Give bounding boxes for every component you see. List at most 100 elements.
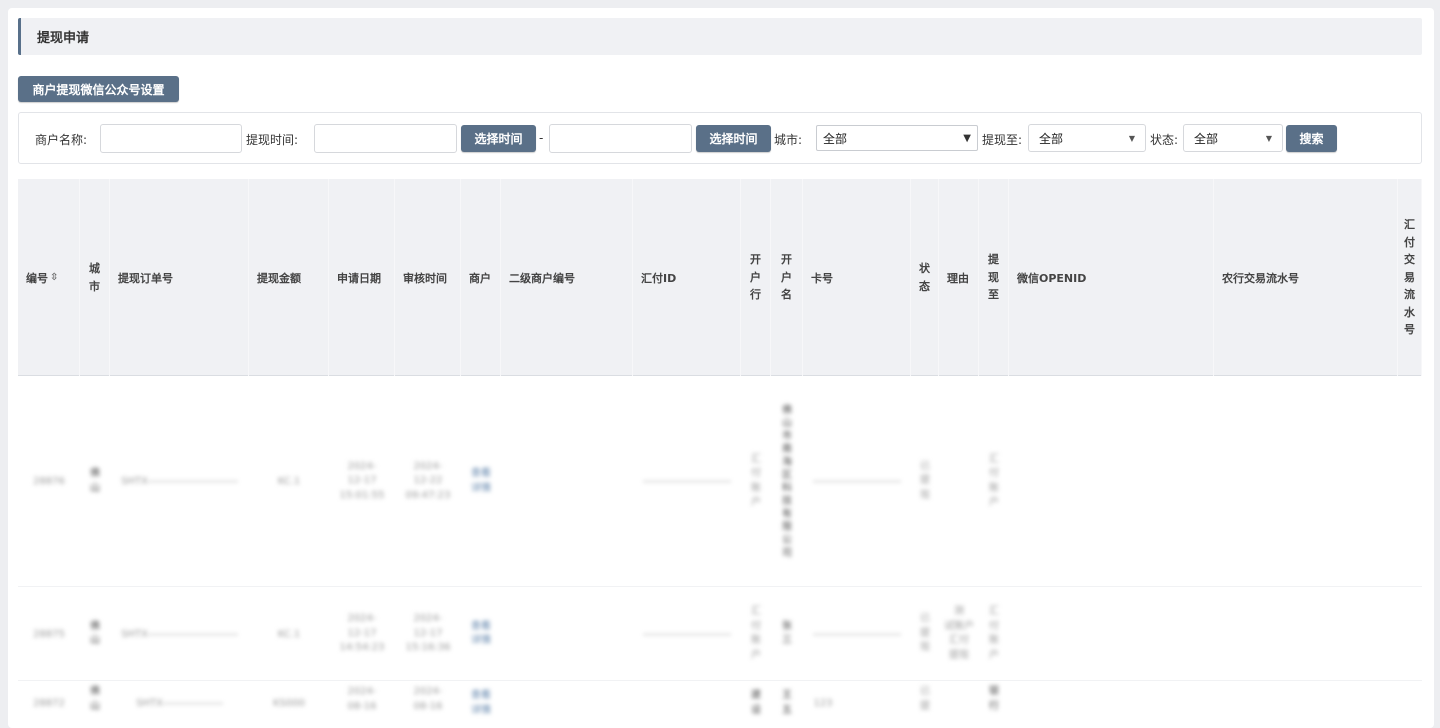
city-label: 城市: [774,133,803,147]
withdraw-table: 编号 ⇳ 城市 提现订单号 提现金额 申请日期 审核时间 商户 二级商户编号 汇付… [18,179,1422,728]
text-line: 查看 [471,468,491,479]
end-time-input[interactable] [549,124,692,153]
text-line: 2024- [413,613,443,625]
caret-down-icon: ▼ [1265,134,1272,143]
text-line: 提 [920,475,930,487]
text-line: 15:01:55 [339,489,385,501]
text-line: 账 [989,482,999,494]
cell-city: 佛山 [80,685,110,725]
col-wx-openid: 微信OPENID [1009,179,1214,376]
text-line: 已 [920,613,930,625]
text-line: 户 [751,497,761,508]
sort-icon[interactable]: ⇳ [50,272,58,283]
col-status-label: 状态 [919,260,930,295]
status-select[interactable]: 全部 ▼ [1183,124,1283,152]
text-line: 佛 [90,468,100,479]
text-line: 汇 [751,606,761,617]
text-line: 流 [1404,288,1415,302]
text-line: 银 [989,686,999,697]
pick-start-time-button[interactable]: 选择时间 [461,125,536,152]
text-line: 汇付 [949,635,969,646]
cell-amount: KC.1 [277,628,301,640]
text-line: 户 [989,649,999,661]
table-row: 28872 佛山 SHTX KS000 2024- 08-16 2024- 08-1… [18,681,1422,728]
text-line: 15:16:36 [405,642,451,654]
text-line: 账 [989,635,999,646]
cell-audit-time: 2024- 12-22 09:47:23 [395,376,461,587]
text-line: 12-17 [347,627,377,639]
table-row: 28876 佛山 SHTX KC.1 2024- 12-17 15:01:55 20… [18,376,1422,587]
masked-line [162,702,223,704]
status-select-value: 全部 [1194,131,1219,146]
masked-line [147,481,238,482]
merchant-name-input[interactable] [100,124,242,153]
text-line: 账 [751,635,761,646]
order-no-text: SHTX [121,628,148,640]
cell-account-name: 佛山市南海区科技有限公司 [771,376,803,587]
text-line: 付 [1404,235,1415,249]
start-time-input[interactable] [314,124,457,153]
text-line: 五 [782,704,792,716]
text-line: 已 [920,460,930,472]
merchant-detail-link[interactable]: 查看 详情 [461,376,501,587]
text-line: 科 [782,482,792,494]
search-button[interactable]: 搜索 [1286,125,1337,152]
cell-city: 佛山 [80,587,110,681]
col-withdraw-to: 提现至 [979,179,1009,376]
col-amount: 提现金额 [249,179,329,376]
city-select[interactable]: 全部 ▼ [816,125,978,151]
cell-id: 28876 [33,476,65,487]
text-line: 提现 [949,649,969,661]
order-no-text: SHTX [136,697,163,709]
text-line: 状 [919,261,930,275]
text-line: 现 [920,489,930,501]
col-account-name-label: 开户名 [781,251,792,304]
text-line: 已 [920,686,930,697]
text-line: 技 [782,495,792,507]
text-line: 司 [782,547,792,559]
col-id[interactable]: 编号 ⇳ [18,179,80,376]
text-line: 12-17 [347,475,377,487]
text-line: 付 [989,468,999,479]
text-line: 至 [988,288,999,302]
cell-id: 28875 [33,628,65,640]
col-city: 城市 [80,179,110,376]
cell-withdraw-to: 汇付账户 [979,587,1009,681]
text-line: 户 [750,270,761,284]
text-line: 佛 [90,686,100,697]
text-line: 汇 [989,453,999,465]
table-row: 28875 佛山 SHTX KC.1 2024- 12-17 14:54:23 20… [18,587,1422,681]
range-separator: - [539,131,544,145]
withdraw-to-label: 提现至: [982,133,1023,147]
text-line: 付 [751,620,761,632]
col-account-name: 开户名 [771,179,803,376]
cell-apply-date: 2024- 12-17 14:54:23 [329,587,395,681]
text-line: 12-17 [413,627,443,639]
col-huifu-serial: 汇付交易流水号 [1398,179,1422,376]
wechat-settings-button[interactable]: 商户提现微信公众号设置 [18,76,179,102]
text-line: 有 [782,508,792,520]
merchant-detail-link[interactable]: 查看 详情 [461,587,501,681]
text-line: 山 [90,635,100,646]
cell-apply-date: 2024- 08-16 [329,685,395,725]
text-line: 设 [751,704,761,716]
masked-line [643,481,731,482]
cell-card-no [803,587,911,681]
withdraw-to-select[interactable]: 全部 ▼ [1028,124,1146,152]
text-line: 海 [782,456,792,468]
col-order-no: 提现订单号 [110,179,249,376]
pick-end-time-button[interactable]: 选择时间 [696,125,771,152]
order-no-text: SHTX [121,476,148,487]
text-line: 态 [919,279,930,293]
text-line: 城 [89,261,100,275]
cell-card-no [803,376,911,587]
col-bank-label: 开户行 [750,251,761,304]
text-line: 12-22 [413,475,443,487]
text-line: 王 [782,690,792,701]
cell-audit-time: 2024- 08-16 [395,685,461,725]
text-line: 户 [989,497,999,508]
text-line: 2024- [347,686,377,697]
col-merchant: 商户 [461,179,501,376]
cell-reason: 测试账户 汇付 提现 [939,587,979,681]
text-line: 山 [90,482,100,494]
